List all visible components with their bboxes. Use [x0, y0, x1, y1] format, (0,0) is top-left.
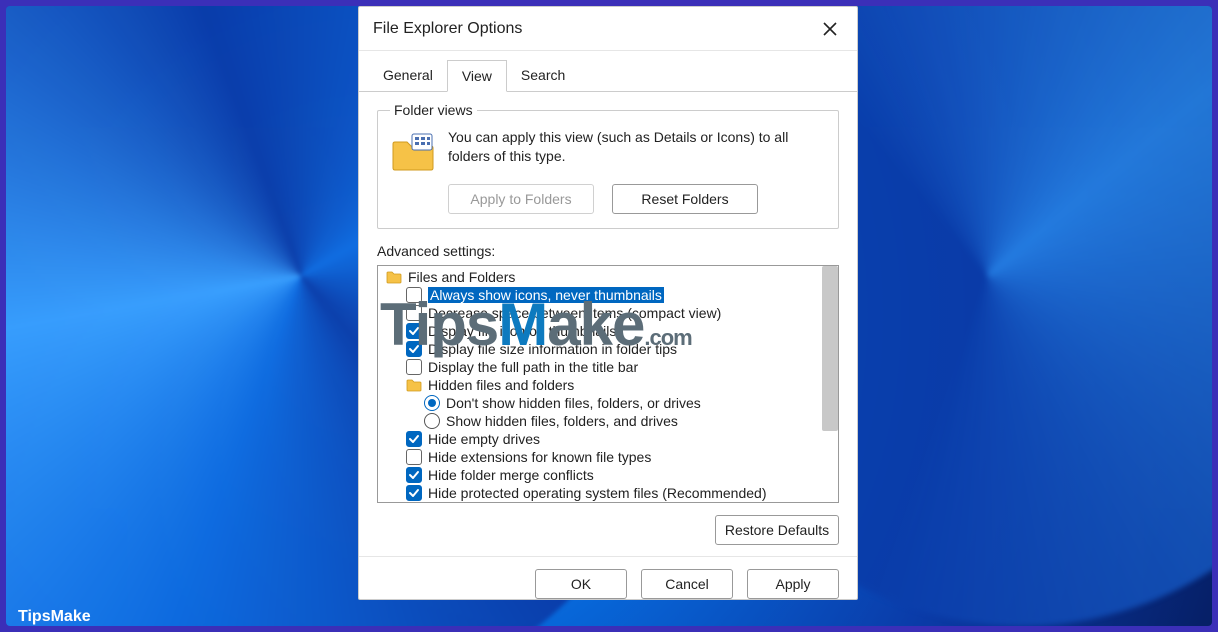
tree-group-label: Files and Folders: [408, 269, 515, 285]
tree-item[interactable]: Decrease space between items (compact vi…: [382, 304, 820, 322]
tree-item[interactable]: Hide extensions for known file types: [382, 448, 820, 466]
tree-item[interactable]: Hide protected operating system files (R…: [382, 484, 820, 502]
tree-item-label: Show hidden files, folders, and drives: [446, 413, 678, 429]
tree-item-label: Decrease space between items (compact vi…: [428, 305, 721, 321]
advanced-settings-list[interactable]: Files and Folders Always show icons, neve…: [377, 265, 839, 503]
folder-views-text: You can apply this view (such as Details…: [448, 128, 826, 174]
tree-subgroup-hidden-files: Hidden files and folders: [382, 376, 820, 394]
tab-general[interactable]: General: [369, 60, 447, 92]
folder-views-group: Folder views You can apply this view (su…: [377, 102, 839, 229]
folder-icon: [386, 270, 402, 284]
tree-item[interactable]: Always show icons, never thumbnails: [382, 286, 820, 304]
ok-button[interactable]: OK: [535, 569, 627, 599]
tree-item[interactable]: Show hidden files, folders, and drives: [382, 412, 820, 430]
checkbox[interactable]: [406, 287, 422, 303]
tree-item-label: Hide folder merge conflicts: [428, 467, 594, 483]
checkbox[interactable]: [406, 467, 422, 483]
folder-views-legend: Folder views: [390, 102, 477, 118]
folder-icon: [406, 378, 422, 392]
checkbox[interactable]: [406, 305, 422, 321]
restore-defaults-button[interactable]: Restore Defaults: [715, 515, 839, 545]
tree-item[interactable]: Display the full path in the title bar: [382, 358, 820, 376]
dialog-footer-buttons: OK Cancel Apply: [359, 556, 857, 599]
tree-item-label: Always show icons, never thumbnails: [428, 287, 664, 303]
tree-item[interactable]: Display file size information in folder …: [382, 340, 820, 358]
close-button[interactable]: [817, 16, 843, 42]
tree-item[interactable]: Don't show hidden files, folders, or dri…: [382, 394, 820, 412]
tree-group-files-and-folders: Files and Folders: [382, 268, 820, 286]
apply-to-folders-button: Apply to Folders: [448, 184, 594, 214]
folder-views-icon: [390, 128, 436, 174]
radio[interactable]: [424, 395, 440, 411]
tree-item[interactable]: Hide folder merge conflicts: [382, 466, 820, 484]
checkbox[interactable]: [406, 431, 422, 447]
cancel-button[interactable]: Cancel: [641, 569, 733, 599]
close-icon: [823, 22, 837, 36]
dialog-content: Folder views You can apply this view (su…: [359, 92, 857, 556]
tree-item-label: Hide extensions for known file types: [428, 449, 651, 465]
scrollbar-thumb[interactable]: [822, 266, 838, 431]
tree-item-label: Display the full path in the title bar: [428, 359, 638, 375]
tab-view[interactable]: View: [447, 60, 507, 92]
checkbox[interactable]: [406, 485, 422, 501]
tree-item-label: Hide protected operating system files (R…: [428, 485, 767, 501]
advanced-settings-label: Advanced settings:: [377, 243, 839, 259]
reset-folders-button[interactable]: Reset Folders: [612, 184, 758, 214]
checkbox[interactable]: [406, 449, 422, 465]
tree-item-label: Display file size information in folder …: [428, 341, 677, 357]
radio[interactable]: [424, 413, 440, 429]
tree-item-label: Hide empty drives: [428, 431, 540, 447]
titlebar: File Explorer Options: [359, 7, 857, 51]
apply-button[interactable]: Apply: [747, 569, 839, 599]
tree-item-label: Display file icon on thumbnails: [428, 323, 616, 339]
tree-item[interactable]: Hide empty drives: [382, 430, 820, 448]
tabs: General View Search: [359, 51, 857, 92]
checkbox[interactable]: [406, 341, 422, 357]
dialog-title: File Explorer Options: [373, 20, 817, 38]
site-footer-label: TipsMake: [18, 608, 91, 626]
tree-item-label: Don't show hidden files, folders, or dri…: [446, 395, 701, 411]
tree-subgroup-label: Hidden files and folders: [428, 377, 574, 393]
tree-item[interactable]: Display file icon on thumbnails: [382, 322, 820, 340]
tab-search[interactable]: Search: [507, 60, 579, 92]
checkbox[interactable]: [406, 359, 422, 375]
checkbox[interactable]: [406, 323, 422, 339]
file-explorer-options-dialog: File Explorer Options General View Searc…: [358, 6, 858, 600]
